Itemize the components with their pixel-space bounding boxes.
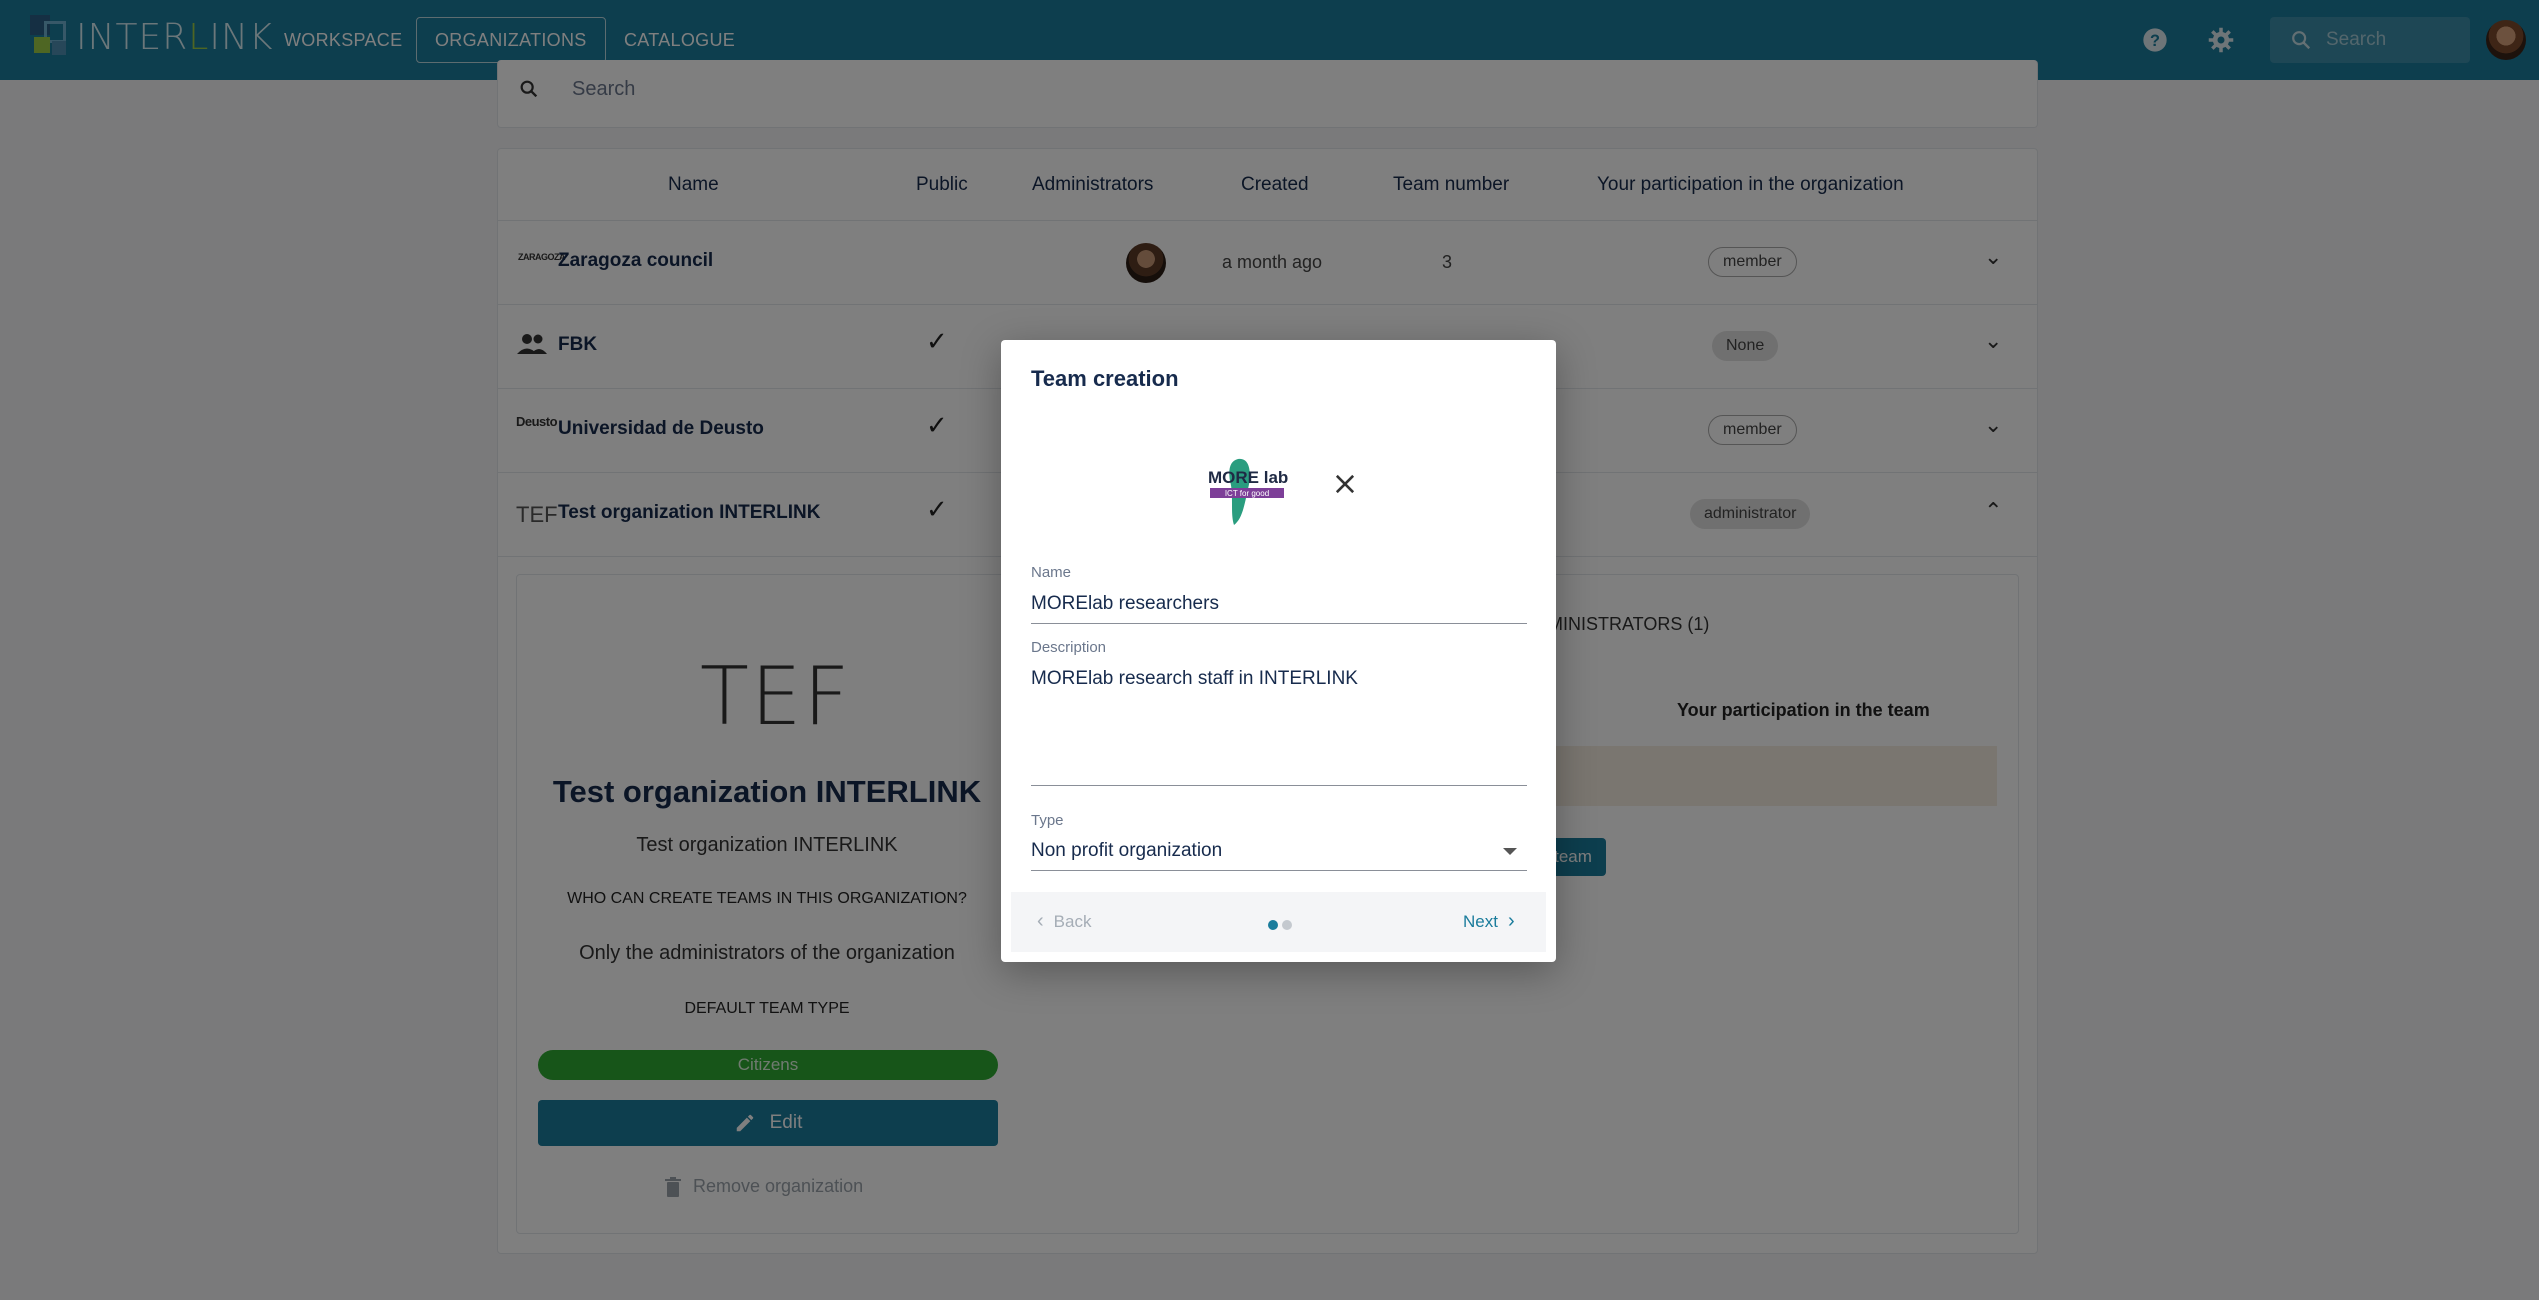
team-logo-tagline: ICT for good [1225, 489, 1269, 498]
name-field[interactable]: MORElab researchers [1031, 593, 1219, 615]
next-button[interactable]: Next › [1463, 910, 1515, 933]
chevron-left-icon: ‹ [1037, 910, 1044, 932]
description-field-label: Description [1031, 639, 1107, 656]
back-button-label: Back [1053, 911, 1092, 931]
close-icon[interactable] [1331, 470, 1359, 498]
next-button-label: Next [1463, 911, 1498, 931]
dropdown-arrow-icon[interactable] [1503, 848, 1517, 855]
chevron-right-icon: › [1507, 910, 1515, 932]
description-field-underline [1031, 785, 1527, 786]
type-field-underline [1031, 870, 1527, 871]
step-dot-active [1268, 920, 1278, 930]
back-button[interactable]: ‹ Back [1037, 910, 1091, 933]
team-logo-image: MORE lab ICT for good [1208, 458, 1288, 525]
type-select[interactable]: Non profit organization [1031, 840, 1222, 862]
team-logo[interactable]: MORE lab ICT for good [1208, 455, 1288, 527]
name-field-label: Name [1031, 564, 1072, 581]
team-creation-dialog: Team creation MORE lab ICT for good Name… [1001, 340, 1556, 962]
type-field-label: Type [1031, 812, 1064, 829]
dialog-title: Team creation [1031, 366, 1179, 391]
step-navigation: ‹ Back Next › [1011, 892, 1546, 952]
step-dot [1282, 920, 1292, 930]
team-logo-text: MORE lab [1208, 468, 1288, 487]
name-field-underline [1031, 623, 1527, 624]
modal-backdrop-top[interactable] [0, 0, 2539, 80]
description-field[interactable]: MORElab research staff in INTERLINK [1031, 668, 1358, 690]
